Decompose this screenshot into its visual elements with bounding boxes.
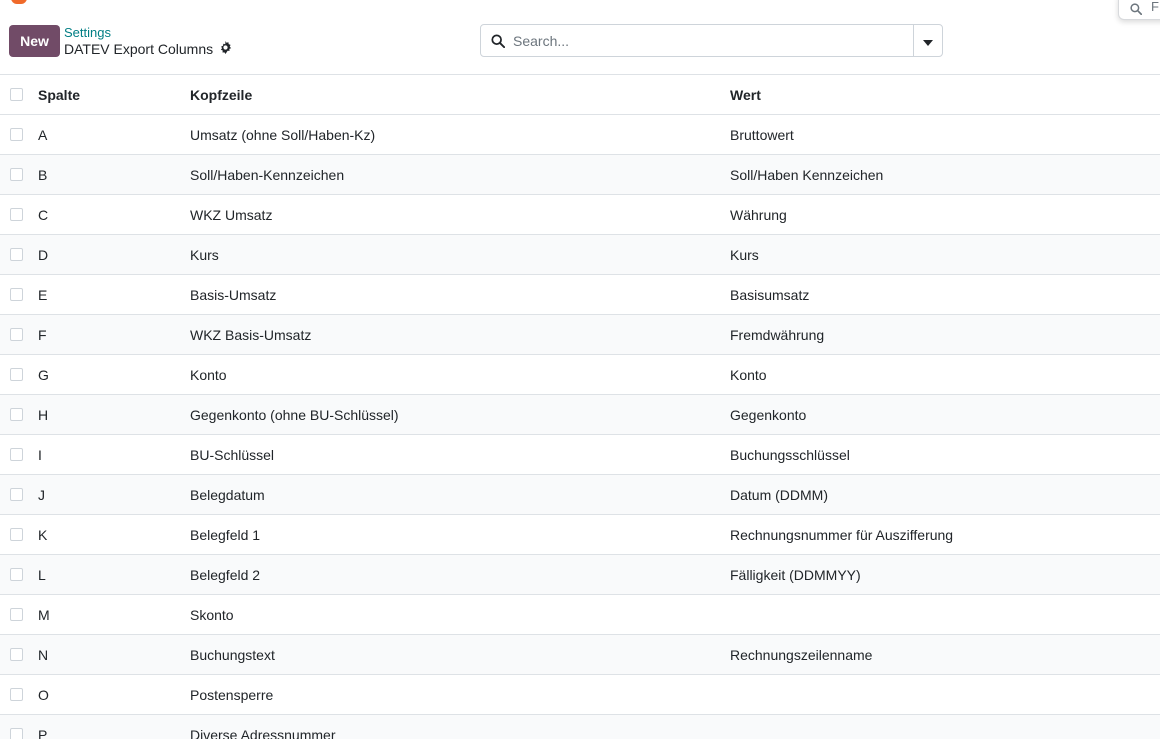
cell-wert: Basisumsatz xyxy=(730,287,810,303)
cell-kopfzeile: Diverse Adressnummer xyxy=(190,727,336,739)
table-row[interactable]: P Diverse Adressnummer xyxy=(0,715,1160,739)
cell-spalte: L xyxy=(38,567,46,583)
row-checkbox[interactable] xyxy=(10,528,23,541)
table-row[interactable]: B Soll/Haben-Kennzeichen Soll/Haben Kennze… xyxy=(0,155,1160,195)
row-checkbox[interactable] xyxy=(10,688,23,701)
row-checkbox[interactable] xyxy=(10,248,23,261)
table-row[interactable]: N Buchungstext Rechnungszeilenname xyxy=(0,635,1160,675)
cell-spalte: F xyxy=(38,327,47,343)
cell-spalte: A xyxy=(38,127,48,143)
cell-wert: Konto xyxy=(730,367,767,383)
cell-wert: Bruttowert xyxy=(730,127,794,143)
cell-spalte: H xyxy=(38,407,49,423)
table-row[interactable]: K Belegfeld 1 Rechnungsnummer für Ausziffe… xyxy=(0,515,1160,555)
cell-spalte: E xyxy=(38,287,48,303)
cell-kopfzeile: Umsatz (ohne Soll/Haben-Kz) xyxy=(190,127,376,143)
cell-spalte: I xyxy=(38,447,42,463)
cell-spalte: C xyxy=(38,207,49,223)
cell-spalte: D xyxy=(38,247,49,263)
cell-wert: Währung xyxy=(730,207,787,223)
table-row[interactable]: H Gegenkonto (ohne BU-Schlüssel) Gegenkont… xyxy=(0,395,1160,435)
cell-spalte: J xyxy=(38,487,45,503)
table-row[interactable]: F WKZ Basis-Umsatz Fremdwährung xyxy=(0,315,1160,355)
table-row[interactable]: A Umsatz (ohne Soll/Haben-Kz) Bruttowert xyxy=(0,115,1160,155)
row-checkbox[interactable] xyxy=(10,648,23,661)
new-button[interactable]: New xyxy=(9,25,60,57)
datev-columns-table: Spalte Kopfzeile Wert A Umsatz (ohne Soll… xyxy=(0,75,1160,739)
row-checkbox[interactable] xyxy=(10,168,23,181)
popover-input[interactable]: F xyxy=(1151,0,1159,14)
column-header-spalte[interactable]: Spalte xyxy=(38,87,80,103)
search-bar[interactable]: Search... xyxy=(480,24,943,57)
row-checkbox[interactable] xyxy=(10,288,23,301)
row-checkbox[interactable] xyxy=(10,328,23,341)
column-header-wert[interactable]: Wert xyxy=(730,87,761,103)
cell-spalte: M xyxy=(38,607,50,623)
cell-kopfzeile: Basis-Umsatz xyxy=(190,287,277,303)
search-input[interactable]: Search... xyxy=(513,33,569,49)
cell-kopfzeile: Belegfeld 2 xyxy=(190,567,261,583)
caret-down-icon xyxy=(923,33,933,49)
table-row[interactable]: C WKZ Umsatz Währung xyxy=(0,195,1160,235)
table-row[interactable]: E Basis-Umsatz Basisumsatz xyxy=(0,275,1160,315)
cell-wert: Rechnungsnummer für Auszifferung xyxy=(730,527,954,543)
table-row[interactable]: M Skonto xyxy=(0,595,1160,635)
row-checkbox[interactable] xyxy=(10,208,23,221)
row-checkbox[interactable] xyxy=(10,488,23,501)
search-popover[interactable]: F xyxy=(1118,0,1160,20)
cell-kopfzeile: Buchungstext xyxy=(190,647,275,663)
row-checkbox[interactable] xyxy=(10,408,23,421)
cell-kopfzeile: Konto xyxy=(190,367,227,383)
cell-kopfzeile: Postensperre xyxy=(190,687,274,703)
cell-spalte: B xyxy=(38,167,48,183)
cell-kopfzeile: Gegenkonto (ohne BU-Schlüssel) xyxy=(190,407,399,423)
cell-wert: Datum (DDMM) xyxy=(730,487,828,503)
breadcrumb-parent-link[interactable]: Settings xyxy=(64,25,111,40)
table-header-row: Spalte Kopfzeile Wert xyxy=(0,75,1160,115)
gear-icon[interactable] xyxy=(219,41,232,57)
cell-wert: Fremdwährung xyxy=(730,327,825,343)
table-row[interactable]: I BU-Schlüssel Buchungsschlüssel xyxy=(0,435,1160,475)
column-header-kopfzeile[interactable]: Kopfzeile xyxy=(190,87,252,103)
cell-kopfzeile: Skonto xyxy=(190,607,234,623)
row-checkbox[interactable] xyxy=(10,568,23,581)
cell-spalte: N xyxy=(38,647,49,663)
cell-kopfzeile: Soll/Haben-Kennzeichen xyxy=(190,167,345,183)
table-row[interactable]: G Konto Konto xyxy=(0,355,1160,395)
cell-kopfzeile: BU-Schlüssel xyxy=(190,447,275,463)
row-checkbox[interactable] xyxy=(10,608,23,621)
page-title: DATEV Export Columns xyxy=(64,41,214,57)
cell-wert: Kurs xyxy=(730,247,759,263)
cell-wert: Rechnungszeilenname xyxy=(730,647,873,663)
cell-wert: Fälligkeit (DDMMYY) xyxy=(730,567,861,583)
cell-wert: Soll/Haben Kennzeichen xyxy=(730,167,884,183)
cell-wert: Buchungsschlüssel xyxy=(730,447,850,463)
cell-kopfzeile: Kurs xyxy=(190,247,219,263)
select-all-checkbox[interactable] xyxy=(10,88,23,101)
table-row[interactable]: D Kurs Kurs xyxy=(0,235,1160,275)
cell-spalte: G xyxy=(38,367,49,383)
cell-spalte: O xyxy=(38,687,49,703)
search-options-toggle[interactable] xyxy=(913,25,942,56)
row-checkbox[interactable] xyxy=(10,128,23,141)
search-icon xyxy=(491,34,506,51)
cell-spalte: P xyxy=(38,727,48,739)
cell-kopfzeile: WKZ Basis-Umsatz xyxy=(190,327,312,343)
cell-kopfzeile: Belegdatum xyxy=(190,487,265,503)
table-row[interactable]: J Belegdatum Datum (DDMM) xyxy=(0,475,1160,515)
breadcrumb-current: DATEV Export Columns xyxy=(64,41,232,57)
cell-spalte: K xyxy=(38,527,48,543)
cell-kopfzeile: WKZ Umsatz xyxy=(190,207,273,223)
table-row[interactable]: L Belegfeld 2 Fälligkeit (DDMMYY) xyxy=(0,555,1160,595)
cell-kopfzeile: Belegfeld 1 xyxy=(190,527,261,543)
row-checkbox[interactable] xyxy=(10,368,23,381)
row-checkbox[interactable] xyxy=(10,728,23,739)
cell-wert: Gegenkonto xyxy=(730,407,807,423)
table-row[interactable]: O Postensperre xyxy=(0,675,1160,715)
control-panel: New Settings DATEV Export Columns Search… xyxy=(0,0,1160,75)
row-checkbox[interactable] xyxy=(10,448,23,461)
